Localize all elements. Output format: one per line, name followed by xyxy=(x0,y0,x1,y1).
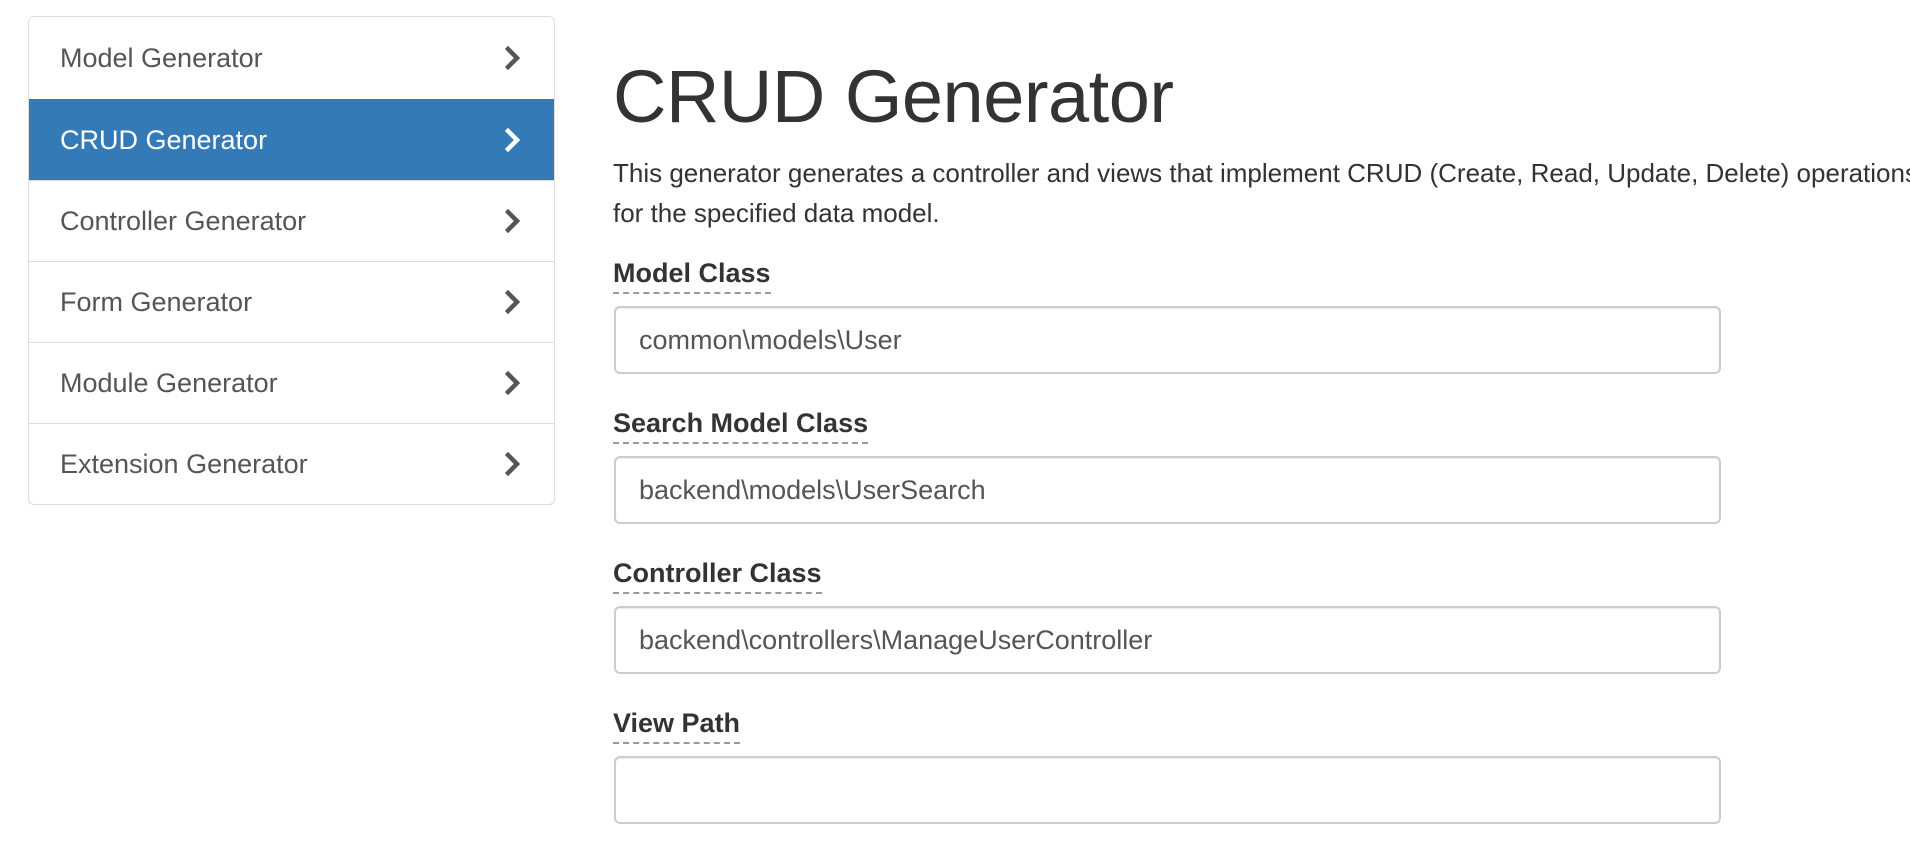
generator-sidebar: Model Generator CRUD Generator Controlle… xyxy=(28,16,555,505)
search-model-class-input[interactable] xyxy=(614,456,1721,524)
sidebar-item-label: Controller Generator xyxy=(60,205,307,236)
sidebar-item-module-generator[interactable]: Module Generator xyxy=(29,342,554,423)
search-model-class-label: Search Model Class xyxy=(613,406,869,444)
model-class-label: Model Class xyxy=(613,256,771,294)
chevron-right-icon xyxy=(504,370,522,396)
sidebar-item-extension-generator[interactable]: Extension Generator xyxy=(29,423,554,504)
generator-description: This generator generates a controller an… xyxy=(613,158,1910,228)
sidebar-item-label: CRUD Generator xyxy=(60,124,268,155)
main-content: CRUD Generator This generator generates … xyxy=(613,0,1910,856)
sidebar-item-label: Model Generator xyxy=(60,42,263,73)
sidebar-item-form-generator[interactable]: Form Generator xyxy=(29,261,554,342)
sidebar-item-model-generator[interactable]: Model Generator xyxy=(29,17,554,99)
chevron-right-icon xyxy=(504,289,522,315)
page-title: CRUD Generator xyxy=(613,55,1174,138)
model-class-input[interactable] xyxy=(614,306,1721,374)
sidebar-item-label: Extension Generator xyxy=(60,448,308,479)
view-path-input[interactable] xyxy=(614,756,1721,824)
sidebar-item-label: Form Generator xyxy=(60,286,253,317)
chevron-right-icon xyxy=(504,127,522,153)
controller-class-input[interactable] xyxy=(614,606,1721,674)
sidebar-item-label: Module Generator xyxy=(60,367,278,398)
page: Model Generator CRUD Generator Controlle… xyxy=(0,0,1910,856)
controller-class-label: Controller Class xyxy=(613,556,822,594)
view-path-label: View Path xyxy=(613,706,741,744)
chevron-right-icon xyxy=(504,451,522,477)
sidebar-item-crud-generator[interactable]: CRUD Generator xyxy=(29,99,554,180)
chevron-right-icon xyxy=(504,208,522,234)
chevron-right-icon xyxy=(504,45,522,71)
sidebar-item-controller-generator[interactable]: Controller Generator xyxy=(29,180,554,261)
